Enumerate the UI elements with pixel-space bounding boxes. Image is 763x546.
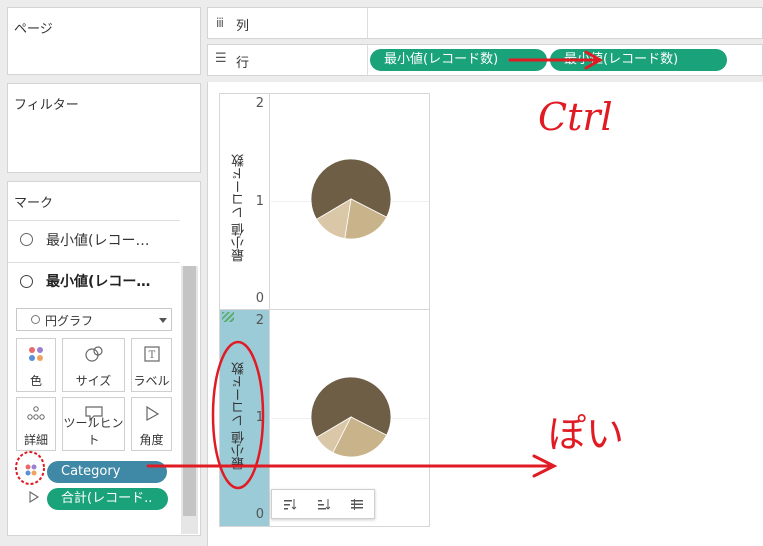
- sort-descending-icon[interactable]: [317, 497, 331, 515]
- marks-section-2[interactable]: 最小値(レコー…: [8, 262, 180, 298]
- marks-card: マーク 最小値(レコー… 最小値(レコー… 円グラフ 色 サイズ T ラベル 詳…: [7, 181, 201, 536]
- y-tick-label: 0: [255, 507, 264, 522]
- y-tick-label: 2: [255, 313, 264, 328]
- rows-icon: ☰: [215, 51, 227, 66]
- shelf-divider: [367, 45, 368, 75]
- label-button-label: ラベル: [133, 374, 170, 388]
- columns-shelf-label: 列: [236, 19, 250, 34]
- y-axis-1[interactable]: 2 1 0 最小値 レコード数: [220, 94, 270, 309]
- y-tick-label: 0: [255, 291, 264, 306]
- filters-card[interactable]: フィルター: [7, 83, 201, 173]
- marks-section-1[interactable]: 最小値(レコー…: [8, 220, 180, 256]
- detail-button-label: 詳細: [23, 433, 48, 447]
- mark-type-label: 円グラフ: [45, 314, 94, 328]
- angle-icon: [28, 490, 40, 508]
- pages-card[interactable]: ページ: [7, 7, 201, 75]
- size-icon: [63, 345, 124, 363]
- pie-clock-icon: [31, 315, 40, 324]
- view-area: 2 1 0 最小値 レコード数 2 1 0 最小値 レコード数: [207, 82, 763, 546]
- rows-pill-1[interactable]: 最小値(レコード数): [370, 49, 547, 71]
- marks-scrollbar-thumb[interactable]: [183, 266, 196, 516]
- color-button[interactable]: 色: [16, 338, 56, 392]
- y-axis-2[interactable]: 2 1 0 最小値 レコード数: [220, 310, 270, 526]
- marks-card-title: マーク: [14, 196, 54, 211]
- detail-button[interactable]: 詳細: [16, 397, 56, 451]
- columns-icon: iii: [216, 16, 224, 30]
- shelf-divider: [367, 8, 368, 38]
- tooltip-button[interactable]: ツールヒント: [62, 397, 125, 451]
- corner-handle[interactable]: [222, 312, 234, 322]
- rows-shelf[interactable]: ☰ 行 最小値(レコード数) 最小値(レコード数): [207, 44, 763, 76]
- y-tick-label: 1: [255, 410, 264, 425]
- y-tick-label: 2: [255, 96, 264, 111]
- pie-clock-icon: [20, 233, 33, 246]
- y-axis-title: 最小値 レコード数: [232, 362, 247, 471]
- columns-shelf[interactable]: iii 列: [207, 7, 763, 39]
- angle-button[interactable]: 角度: [131, 397, 172, 451]
- size-button-label: サイズ: [75, 374, 112, 388]
- color-button-label: 色: [29, 374, 42, 388]
- marks-section-2-label: 最小値(レコー…: [46, 274, 151, 290]
- pie-chart-2[interactable]: [310, 376, 392, 458]
- size-button[interactable]: サイズ: [62, 338, 125, 392]
- list-icon[interactable]: [350, 497, 364, 515]
- tooltip-button-label: ツールヒント: [63, 416, 124, 447]
- angle-button-label: 角度: [139, 433, 164, 447]
- sum-record-count-pill[interactable]: 合計(レコード..: [47, 488, 168, 510]
- pages-card-title: ページ: [14, 22, 53, 37]
- color-icon: [17, 345, 55, 363]
- y-tick-label: 1: [255, 194, 264, 209]
- color-dots-icon: [24, 463, 38, 481]
- y-axis-title: 最小値 レコード数: [232, 154, 247, 263]
- detail-icon: [17, 404, 55, 422]
- angle-icon: [132, 404, 171, 422]
- sort-toolbar: [271, 489, 375, 519]
- pie-clock-icon: [20, 275, 33, 288]
- svg-text:T: T: [148, 350, 155, 361]
- pie-chart-1[interactable]: [310, 158, 392, 240]
- filters-card-title: フィルター: [14, 98, 79, 113]
- chart-pane-1: 2 1 0 最小値 レコード数: [219, 93, 430, 310]
- sort-ascending-icon[interactable]: [283, 497, 297, 515]
- rows-pill-2[interactable]: 最小値(レコード数): [550, 49, 727, 71]
- chevron-down-icon: [159, 318, 167, 323]
- rows-shelf-label: 行: [236, 56, 250, 71]
- label-icon: T: [132, 345, 171, 363]
- marks-section-1-label: 最小値(レコー…: [46, 233, 150, 249]
- category-field-pill[interactable]: Category: [47, 461, 167, 483]
- mark-type-dropdown[interactable]: 円グラフ: [16, 308, 172, 331]
- marks-scrollbar[interactable]: [181, 266, 198, 534]
- label-button[interactable]: T ラベル: [131, 338, 172, 392]
